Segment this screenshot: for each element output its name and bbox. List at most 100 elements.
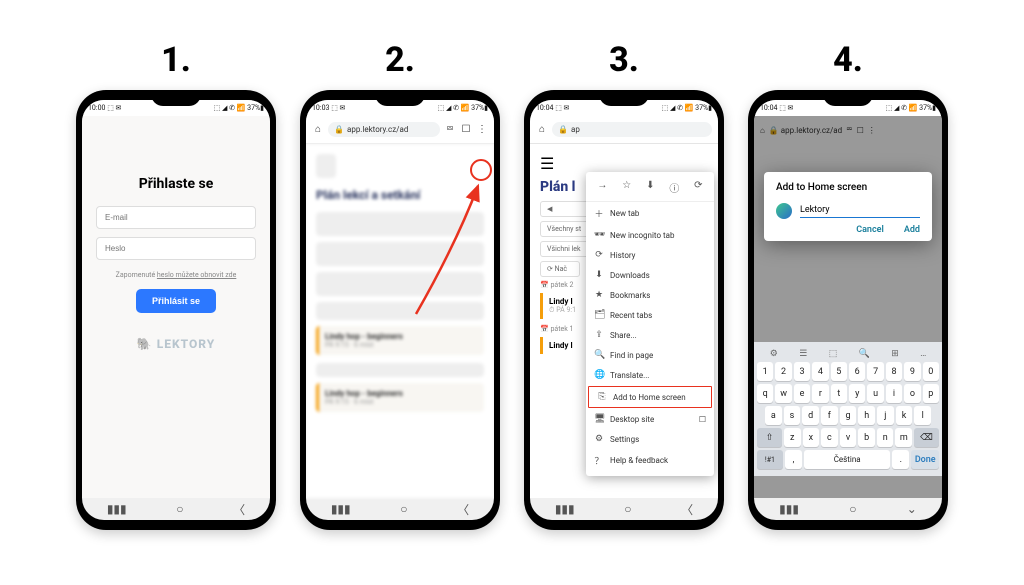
key[interactable]: k	[896, 406, 913, 425]
key[interactable]: s	[784, 406, 801, 425]
login-button[interactable]: Přihlásit se	[136, 289, 216, 313]
key[interactable]: 7	[867, 362, 883, 381]
key[interactable]: 1	[757, 362, 773, 381]
key[interactable]: o	[904, 384, 920, 403]
key[interactable]: c	[821, 428, 838, 447]
app-name-input[interactable]: Lektory	[800, 205, 920, 218]
step-4: 4. 10:04 ⬚ ✉ ⬚ ◢ ✆ 📶 37%▮ ⌂ 🔒 app.lektor…	[748, 40, 948, 530]
menu-forward-icon[interactable]: →	[597, 180, 607, 195]
key[interactable]: y	[849, 384, 865, 403]
menu-item-new-tab[interactable]: ＋New tab	[586, 202, 714, 225]
key[interactable]: g	[840, 406, 857, 425]
menu-item-settings[interactable]: ⚙Settings	[586, 429, 714, 449]
home-icon[interactable]: ⌂	[536, 124, 548, 136]
url-field[interactable]: 🔒 app.lektory.cz/ad	[328, 122, 440, 137]
key[interactable]: w	[775, 384, 791, 403]
comma-key[interactable]: ,	[785, 450, 802, 469]
key[interactable]: a	[765, 406, 782, 425]
menu-item-recent-tabs[interactable]: 🗂Recent tabs	[586, 305, 714, 325]
nav-back-icon[interactable]: 〈	[233, 501, 245, 518]
key[interactable]: i	[886, 384, 902, 403]
menu-item-downloads[interactable]: ⬇Downloads	[586, 265, 714, 285]
forgot-password-link[interactable]: heslo můžete obnovit zde	[157, 271, 236, 279]
kb-settings-icon[interactable]: ⚙	[770, 349, 778, 359]
more-menu-icon[interactable]: ⋮	[476, 124, 488, 136]
key[interactable]: j	[877, 406, 894, 425]
nav-recent-icon[interactable]: ▮▮▮	[107, 502, 127, 516]
menu-item-help[interactable]: ？Help & feedback	[586, 449, 714, 472]
key[interactable]: b	[858, 428, 875, 447]
cancel-button[interactable]: Cancel	[856, 225, 884, 235]
menu-download-icon[interactable]: ⬇	[646, 180, 654, 195]
kb-clipboard-icon[interactable]: ⬚	[829, 349, 838, 359]
home-icon[interactable]: ⌂	[312, 124, 324, 136]
status-icons: ⬚ ◢ ✆ 📶 37%▮	[886, 104, 936, 112]
nav-home-icon[interactable]: ○	[400, 502, 407, 516]
menu-info-icon[interactable]: ⓘ	[669, 180, 679, 195]
key[interactable]: 0	[923, 362, 939, 381]
menu-item-translate[interactable]: 🌐Translate...	[586, 365, 714, 385]
menu-item-history[interactable]: ⟳History	[586, 245, 714, 265]
shift-key[interactable]: ⇧	[757, 428, 782, 447]
key[interactable]: 8	[886, 362, 902, 381]
key[interactable]: u	[867, 384, 883, 403]
tabs-icon[interactable]: ☐	[460, 124, 472, 136]
key[interactable]: x	[803, 428, 820, 447]
key[interactable]: 5	[831, 362, 847, 381]
key[interactable]: 2	[775, 362, 791, 381]
key[interactable]: e	[794, 384, 810, 403]
key[interactable]: d	[802, 406, 819, 425]
share-icon[interactable]: ⮹	[444, 124, 456, 136]
kb-search-icon[interactable]: 🔍	[859, 349, 870, 359]
key[interactable]: r	[812, 384, 828, 403]
password-input[interactable]	[96, 237, 256, 260]
symbols-key[interactable]: !#1	[757, 450, 783, 469]
menu-item-desktop-site[interactable]: 🖥Desktop site☐	[586, 409, 714, 429]
browser-address-bar: ⌂ 🔒 app.lektory.cz/ad ⮹ ☐ ⋮	[306, 116, 494, 144]
nav-recent-icon[interactable]: ▮▮▮	[331, 502, 351, 516]
menu-star-icon[interactable]: ☆	[622, 180, 631, 195]
key[interactable]: p	[923, 384, 939, 403]
url-field[interactable]: 🔒 ap	[552, 122, 712, 137]
menu-item-share[interactable]: ⇪Share...	[586, 325, 714, 345]
nav-recent-icon[interactable]: ▮▮▮	[555, 502, 575, 516]
key[interactable]: 3	[794, 362, 810, 381]
nav-home-icon[interactable]: ○	[624, 502, 631, 516]
nav-kb-hide-icon[interactable]: ⌄	[907, 502, 917, 516]
menu-refresh-icon[interactable]: ⟳	[694, 180, 702, 195]
nav-home-icon[interactable]: ○	[849, 502, 856, 516]
phone-notch	[599, 90, 649, 106]
forgot-password-text: Zapomenuté heslo můžete obnovit zde	[116, 271, 237, 279]
done-key[interactable]: Done	[911, 450, 939, 469]
nav-recent-icon[interactable]: ▮▮▮	[779, 502, 799, 516]
menu-item-add-to-home[interactable]: ⎘Add to Home screen	[588, 386, 712, 408]
menu-item-incognito[interactable]: 🕶New incognito tab	[586, 225, 714, 245]
period-key[interactable]: .	[892, 450, 909, 469]
space-key[interactable]: Čeština	[804, 450, 890, 469]
key[interactable]: z	[784, 428, 801, 447]
kb-grid-icon[interactable]: ⊞	[891, 349, 899, 359]
menu-item-bookmarks[interactable]: ★Bookmarks	[586, 285, 714, 305]
nav-back-icon[interactable]: 〈	[681, 501, 693, 518]
nav-home-icon[interactable]: ○	[176, 502, 183, 516]
add-button[interactable]: Add	[904, 225, 920, 235]
key[interactable]: m	[895, 428, 912, 447]
key[interactable]: 4	[812, 362, 828, 381]
key[interactable]: 6	[849, 362, 865, 381]
key[interactable]: l	[914, 406, 931, 425]
email-input[interactable]	[96, 206, 256, 229]
backspace-key[interactable]: ⌫	[914, 428, 939, 447]
kb-more-icon[interactable]: …	[920, 349, 926, 359]
key[interactable]: h	[858, 406, 875, 425]
nav-back-icon[interactable]: 〈	[457, 501, 469, 518]
key[interactable]: n	[877, 428, 894, 447]
menu-item-find[interactable]: 🔍Find in page	[586, 345, 714, 365]
kb-menu-icon[interactable]: ☰	[799, 349, 807, 359]
status-time: 10:03 ⬚ ✉	[312, 104, 345, 112]
key[interactable]: q	[757, 384, 773, 403]
key[interactable]: 9	[904, 362, 920, 381]
key[interactable]: t	[831, 384, 847, 403]
key[interactable]: v	[840, 428, 857, 447]
hamburger-icon[interactable]: ☰	[540, 154, 554, 173]
key[interactable]: f	[821, 406, 838, 425]
